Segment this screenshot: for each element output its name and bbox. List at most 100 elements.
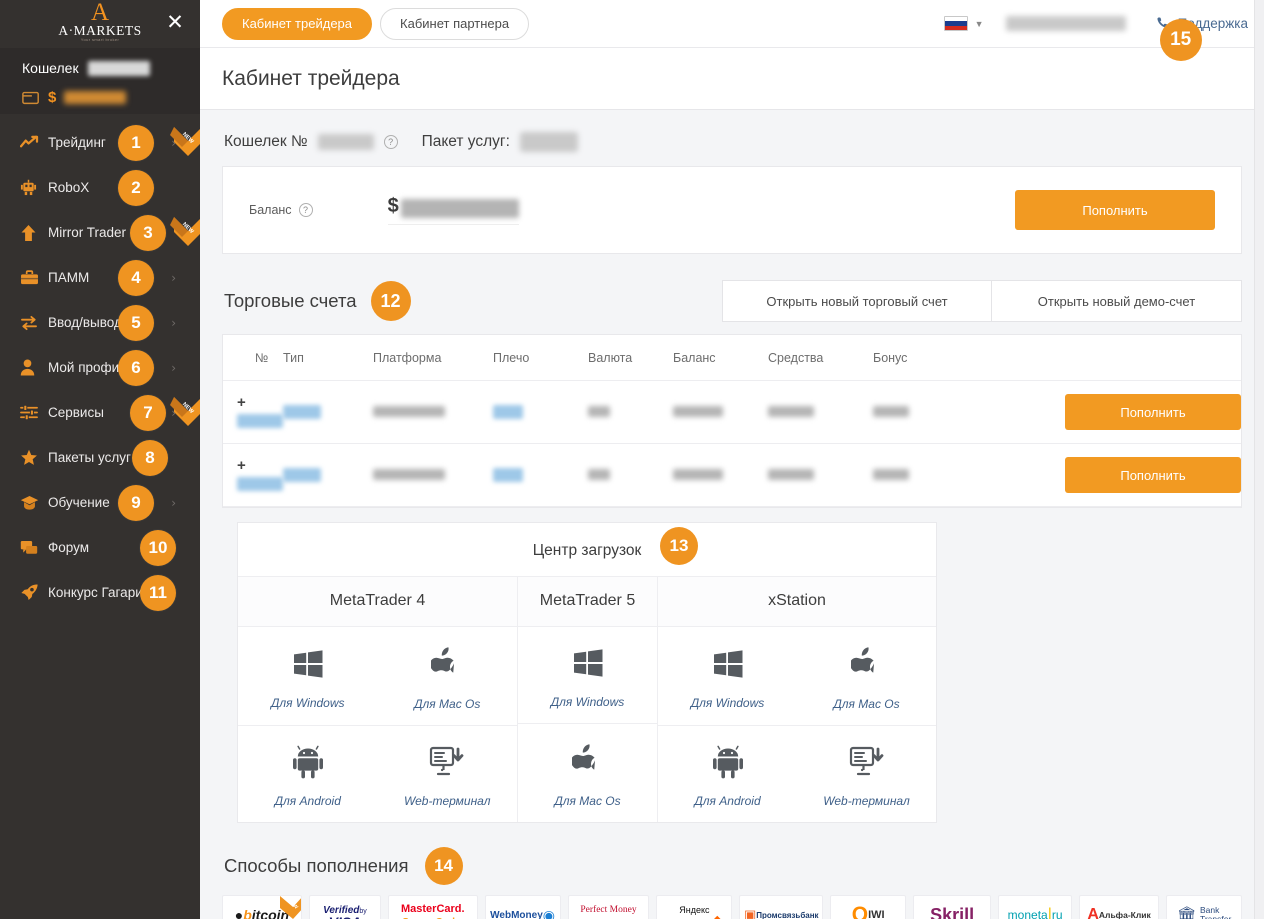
- row-topup-button[interactable]: Пополнить: [1065, 457, 1241, 493]
- redacted-value: [493, 467, 523, 482]
- payment-logo-webmoney[interactable]: WebMoney ◉: [484, 895, 561, 919]
- callout-badge-12: 12: [370, 281, 411, 321]
- download-column-2: MetaTrader 5 Для Windows Для Mac Os: [518, 577, 658, 822]
- apple-icon: [850, 646, 883, 687]
- windows-icon: [711, 647, 745, 686]
- sidebar-item-3[interactable]: Mirror Trader NEW 3: [0, 210, 200, 255]
- page-header: Кабинет трейдера: [200, 48, 1264, 110]
- sidebar-item-6[interactable]: Мой профиль › 6: [0, 345, 200, 390]
- payment-logo-yandex-dengi[interactable]: Яндексденьги ◆: [656, 895, 733, 919]
- payment-logo-bank-transfer[interactable]: 🏛 Bank Transfer: [1166, 895, 1242, 919]
- accounts-buttons: Открыть новый торговый счет Открыть новы…: [722, 280, 1242, 322]
- download-item-windows-icon[interactable]: Для Windows: [518, 627, 657, 723]
- download-item-web-terminal-icon[interactable]: Web-терминал: [378, 726, 518, 822]
- accounts-col-7: Средства: [768, 335, 873, 381]
- payment-logo-alfa-click[interactable]: A Альфа-Клик: [1079, 895, 1159, 919]
- callout-badge-13: 13: [660, 527, 698, 565]
- table-row[interactable]: + Пополнить: [223, 380, 1241, 444]
- service-package-label: Пакет услуг:: [421, 133, 510, 150]
- download-item-label: Web-терминал: [823, 794, 910, 808]
- russia-flag-icon[interactable]: [943, 16, 968, 31]
- callout-badge-11: 11: [140, 574, 176, 611]
- comments-icon: [20, 538, 44, 558]
- sidebar-wallet-amount-row[interactable]: $: [22, 89, 200, 106]
- download-item-label: Для Windows: [550, 695, 625, 709]
- balance-currency: $: [387, 195, 399, 217]
- download-item-android-icon[interactable]: Для Android: [238, 726, 378, 822]
- chevron-right-icon: ›: [171, 315, 176, 330]
- download-item-apple-icon[interactable]: Для Mac Os: [378, 627, 518, 725]
- download-column-title: MetaTrader 5: [518, 577, 657, 627]
- page-scrollbar[interactable]: [1254, 0, 1264, 919]
- download-item-windows-icon[interactable]: Для Windows: [658, 627, 797, 725]
- sidebar-item-5[interactable]: Ввод/вывод › 5: [0, 300, 200, 345]
- sidebar-item-1[interactable]: Трейдинг › NEW 1: [0, 120, 200, 165]
- sidebar-item-2[interactable]: RoboX 2: [0, 165, 200, 210]
- download-item-android-icon[interactable]: Для Android: [658, 726, 797, 822]
- payment-logo-verified-visa[interactable]: VerifiedbyVISA: [308, 895, 381, 919]
- payments-title: Способы пополнения: [224, 855, 409, 876]
- accounts-cell-№: +: [223, 380, 283, 444]
- callout-badge-15: 15: [1159, 19, 1202, 61]
- accounts-cell-Платформа: [373, 380, 493, 444]
- payment-logo-skrill[interactable]: Skrill: [913, 895, 992, 919]
- sidebar-wallet-label: Кошелек: [22, 60, 79, 76]
- accounts-cell-Тип: [283, 380, 373, 444]
- callout-badge-5: 5: [118, 304, 154, 341]
- tab-trader-cabinet[interactable]: Кабинет трейдера: [222, 7, 373, 40]
- sidebar-item-label: Mirror Trader: [48, 225, 127, 240]
- sidebar-item-10[interactable]: Форум›10: [0, 525, 200, 570]
- sidebar-item-label: ПАММ: [48, 270, 90, 285]
- topup-button[interactable]: Пополнить: [1015, 190, 1215, 230]
- sidebar-item-11[interactable]: Конкурс Гагарин 11: [0, 570, 200, 615]
- payment-logo-bitcoin[interactable]: ●bitcoin NEW: [222, 895, 302, 919]
- redacted-value: [493, 404, 523, 419]
- callout-badge-1: 1: [118, 124, 154, 161]
- accounts-col-3: Платформа: [373, 335, 493, 381]
- payment-logo-qiwi[interactable]: Q IWI: [830, 895, 907, 919]
- chevron-down-icon[interactable]: ▼: [975, 19, 984, 29]
- row-topup-button[interactable]: Пополнить: [1065, 394, 1241, 430]
- redacted-value: [373, 406, 445, 418]
- brand-logo[interactable]: A A·MARKETS Your smart broker: [58, 0, 141, 42]
- svg-text:NEW: NEW: [181, 402, 195, 416]
- download-center: Центр загрузок 13 MetaTrader 4 Для Window…: [237, 522, 937, 823]
- download-column-1: MetaTrader 4 Для Windows Для Mac Os Для And…: [238, 577, 518, 822]
- sidebar-item-4[interactable]: ПАММ › 4: [0, 255, 200, 300]
- sidebar-item-7[interactable]: Сервисы › NEW 7: [0, 390, 200, 435]
- download-row: Для Android Web-терминал: [658, 725, 936, 822]
- download-column-title: MetaTrader 4: [238, 577, 517, 627]
- robot-icon: [20, 178, 44, 198]
- arrow-up-icon: [20, 223, 44, 243]
- table-row[interactable]: + Пополнить: [223, 443, 1241, 507]
- download-item-web-terminal-icon[interactable]: Web-терминал: [797, 726, 936, 822]
- balance-label: Баланс: [249, 203, 292, 217]
- payment-logo-moneta-ru[interactable]: moneta | ru: [998, 895, 1073, 919]
- sidebar-item-label: Обучение: [48, 495, 110, 510]
- open-demo-account-button[interactable]: Открыть новый демо-счет: [992, 280, 1242, 322]
- download-item-windows-icon[interactable]: Для Windows: [238, 627, 378, 725]
- wallet-help-icon[interactable]: ?: [383, 135, 398, 149]
- sliders-icon: [20, 403, 44, 423]
- accounts-table-card: № Тип Платформа Плечо Валюта Баланс Средства Бо…: [222, 334, 1242, 508]
- payment-logo-perfect-money[interactable]: Perfect Moneybank partner: [567, 895, 650, 919]
- download-column-3: xStation Для Windows Для Mac Os Для Android…: [658, 577, 936, 822]
- download-item-apple-icon[interactable]: Для Mac Os: [518, 724, 657, 822]
- close-icon[interactable]: ✕: [164, 12, 186, 34]
- open-real-account-button[interactable]: Открыть новый торговый счет: [722, 280, 992, 322]
- row-expander-icon[interactable]: +: [237, 457, 246, 474]
- download-row: Для Android Web-терминал: [238, 725, 517, 822]
- download-item-apple-icon[interactable]: Для Mac Os: [797, 627, 936, 725]
- sidebar-item-9[interactable]: Обучение › 9: [0, 480, 200, 525]
- row-expander-icon[interactable]: +: [237, 394, 246, 411]
- redacted-value: [768, 469, 814, 481]
- account-email-redacted[interactable]: [1005, 16, 1126, 31]
- payment-logo-mastercard-securecode[interactable]: MasterCard.SecureCode.: [387, 895, 478, 919]
- accounts-table-head: № Тип Платформа Плечо Валюта Баланс Средства Бо…: [223, 335, 1241, 381]
- callout-badge-10: 10: [140, 529, 176, 566]
- tab-partner-cabinet[interactable]: Кабинет партнера: [380, 7, 530, 40]
- sidebar-item-8[interactable]: Пакеты услуг 8: [0, 435, 200, 480]
- balance-help-icon[interactable]: ?: [298, 203, 313, 217]
- accounts-col-6: Баланс: [673, 335, 768, 381]
- payment-logo-promsvyazbank[interactable]: ▣ Промсвязьбанк: [739, 895, 824, 919]
